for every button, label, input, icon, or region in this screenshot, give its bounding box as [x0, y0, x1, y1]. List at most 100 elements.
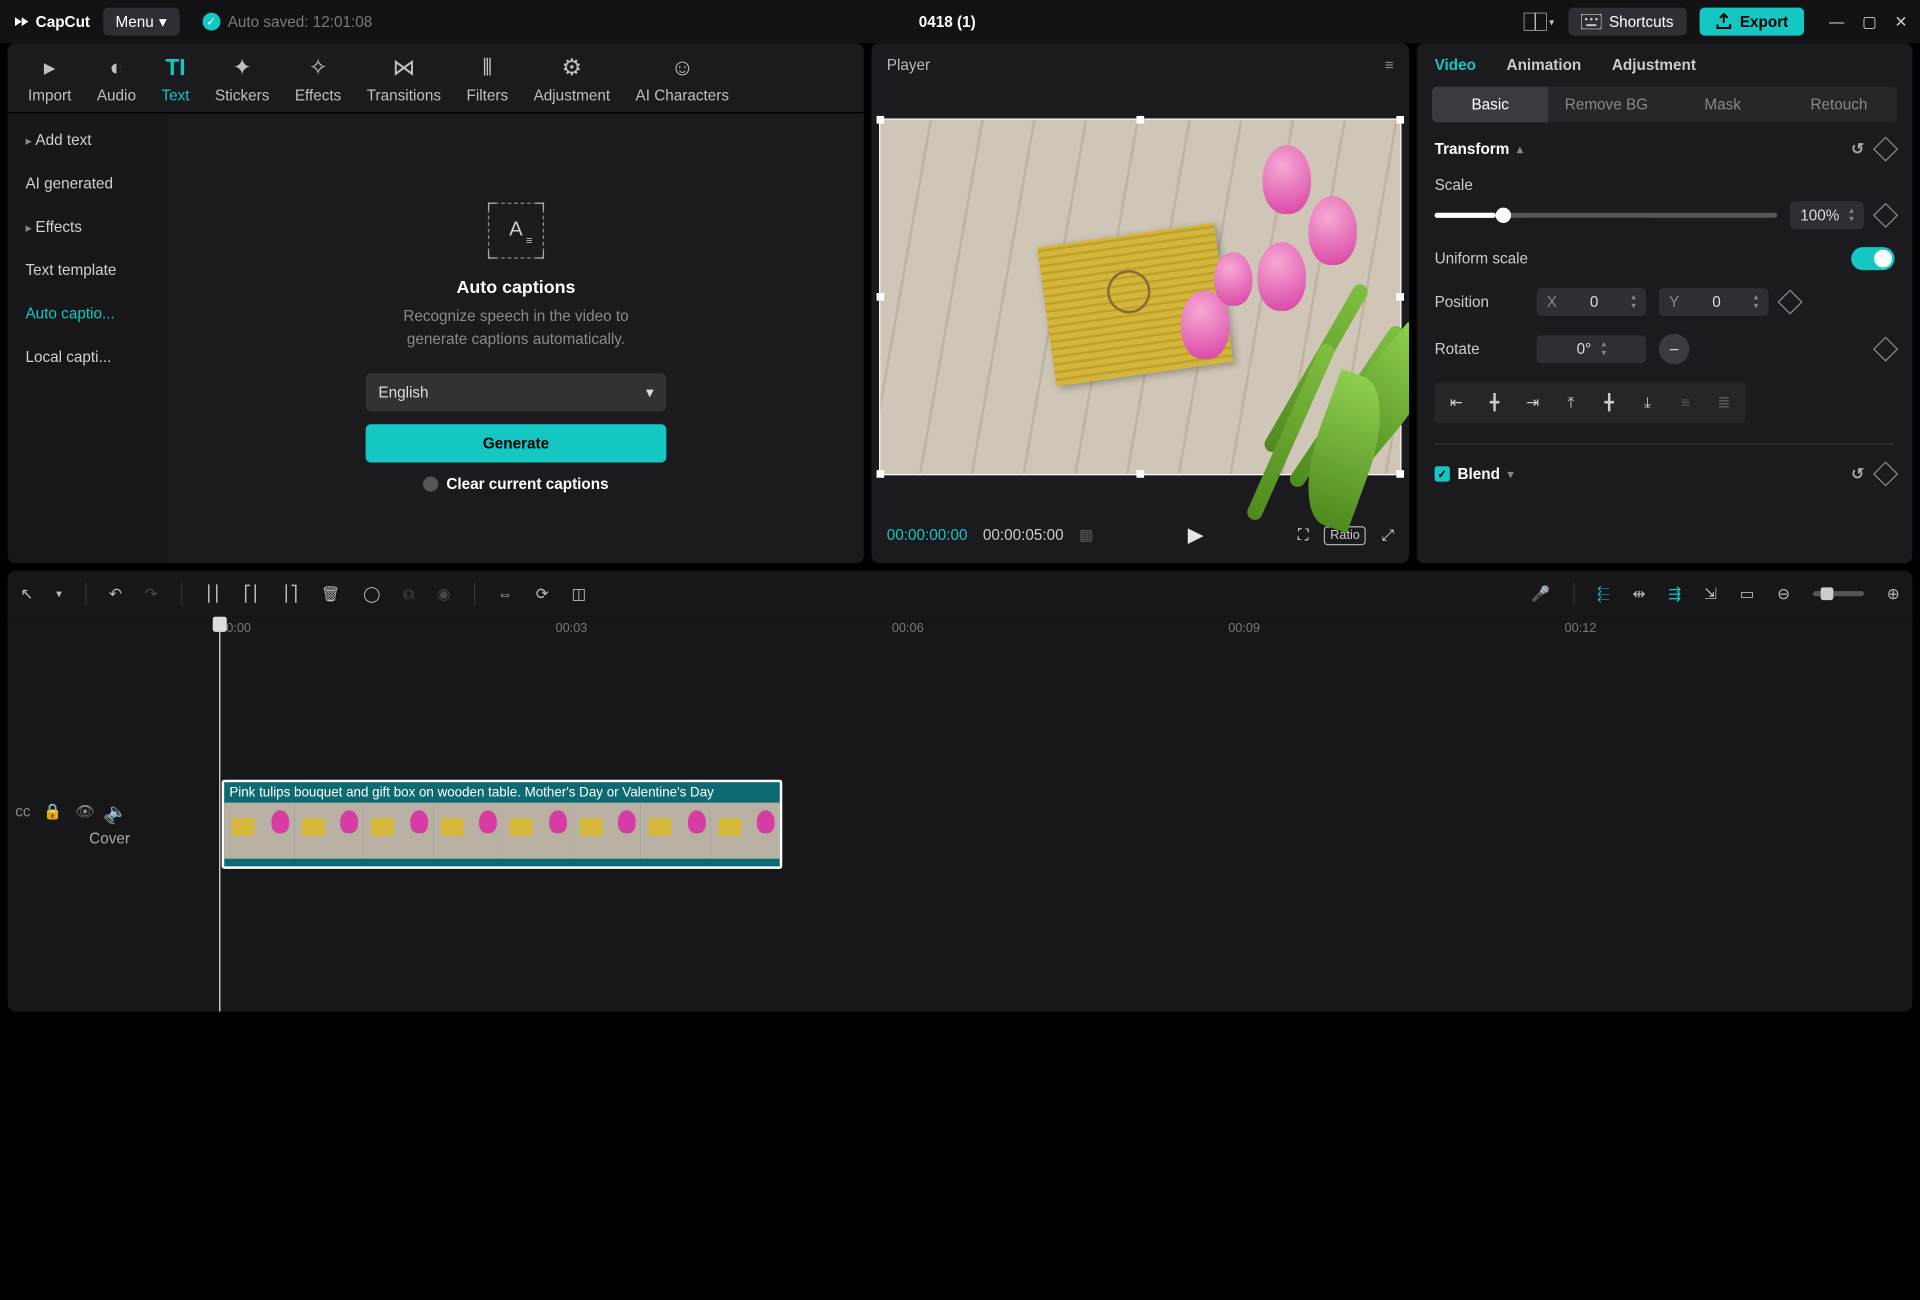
marker-icon[interactable]: ◯ [363, 585, 380, 603]
player-menu-icon[interactable]: ≡ [1385, 56, 1394, 74]
mirror-button[interactable]: − [1659, 334, 1690, 365]
tab-effects[interactable]: ✧Effects [282, 54, 354, 105]
inspector-tab-animation[interactable]: Animation [1507, 56, 1582, 74]
export-button[interactable]: Export [1699, 8, 1803, 36]
blend-section-header[interactable]: ✓ Blend ▾ ↺ [1435, 465, 1895, 483]
sidebar-item-effects[interactable]: Effects [13, 208, 163, 246]
align-hcenter-icon[interactable]: ╋ [1480, 390, 1508, 415]
tab-import[interactable]: ▸Import [15, 54, 84, 105]
zoom-out-icon[interactable]: ⊖ [1777, 585, 1790, 603]
snap-icon[interactable]: ⇲ [1704, 585, 1717, 603]
inspector-tab-adjustment[interactable]: Adjustment [1612, 56, 1696, 74]
magnet-left-icon[interactable]: ⬱ [1597, 584, 1609, 603]
preview-frame[interactable] [879, 118, 1401, 475]
timeline-clip[interactable]: Pink tulips bouquet and gift box on wood… [222, 780, 783, 869]
record-icon[interactable]: ◉ [437, 585, 450, 603]
menu-button[interactable]: Menu ▾ [103, 8, 180, 36]
rotate-input[interactable]: 0°▴▾ [1537, 335, 1647, 363]
trim-right-icon[interactable]: ⎮⎤ [282, 585, 298, 603]
timeline-ruler[interactable]: 00:00 00:03 00:06 00:09 00:12 [219, 617, 1912, 648]
playhead[interactable] [219, 617, 220, 1012]
stickers-icon: ✦ [233, 54, 252, 82]
tab-adjustment[interactable]: ⚙Adjustment [521, 54, 623, 105]
selection-tool-icon[interactable]: ↖ [20, 585, 33, 603]
subtab-mask[interactable]: Mask [1665, 87, 1781, 123]
sidebar-item-localcaptions[interactable]: Local capti... [13, 338, 163, 376]
pos-y-input[interactable]: Y0▴▾ [1659, 288, 1769, 316]
inspector-tab-video[interactable]: Video [1435, 56, 1476, 74]
copy-icon[interactable]: ⧉ [403, 584, 414, 603]
sidebar-item-aigen[interactable]: AI generated [13, 164, 163, 202]
pencil-icon: ✎ [89, 812, 130, 830]
fullscreen-icon[interactable]: ⤢ [1382, 526, 1394, 545]
tool-tabs: ▸Import ◐Audio TIText ✦Stickers ✧Effects… [8, 43, 864, 104]
checkbox-checked-icon[interactable]: ✓ [1435, 466, 1450, 481]
subtab-removebg[interactable]: Remove BG [1548, 87, 1664, 123]
crop-icon[interactable]: ◫ [571, 585, 585, 603]
reset-icon[interactable]: ↺ [1851, 140, 1864, 158]
sidebar-item-autocaptions[interactable]: Auto captio... [13, 294, 163, 332]
delete-icon[interactable]: 🗑 [321, 585, 340, 603]
project-title: 0418 (1) [385, 13, 1510, 31]
subtab-retouch[interactable]: Retouch [1781, 87, 1897, 123]
cover-button[interactable]: ✎ Cover [89, 812, 130, 848]
scale-value[interactable]: 100%▴▾ [1790, 201, 1864, 229]
keyframe-icon[interactable] [1873, 136, 1898, 161]
timeline[interactable]: 00:00 00:03 00:06 00:09 00:12 cc 🔒 👁 🔈 ✎… [8, 617, 1913, 1012]
tab-filters[interactable]: ⫴Filters [454, 54, 521, 105]
link-icon[interactable]: ⇹ [1633, 585, 1646, 603]
keyframe-icon[interactable] [1873, 461, 1898, 486]
sidebar-item-addtext[interactable]: Add text [13, 121, 163, 159]
tab-transitions[interactable]: ⋈Transitions [354, 54, 454, 105]
rotate-icon[interactable]: ⟳ [536, 585, 549, 603]
zoom-in-icon[interactable]: ⊕ [1887, 585, 1900, 603]
shortcuts-button[interactable]: Shortcuts [1568, 8, 1686, 36]
mic-icon[interactable]: 🎤 [1531, 585, 1550, 603]
keyframe-icon[interactable] [1873, 203, 1898, 228]
align-right-icon[interactable]: ⇥ [1519, 390, 1547, 415]
align-bottom-icon[interactable]: ⤓ [1633, 390, 1661, 415]
chevron-down-icon[interactable]: ▾ [56, 587, 62, 601]
zoom-slider[interactable] [1813, 591, 1864, 596]
maximize-button[interactable]: ▢ [1862, 13, 1876, 31]
keyframe-icon[interactable] [1777, 289, 1802, 314]
transform-section-header[interactable]: Transform ▴ ↺ [1435, 140, 1895, 158]
clear-captions-row[interactable]: Clear current captions [423, 475, 608, 493]
align-top-icon[interactable]: ⤒ [1557, 390, 1585, 415]
tab-stickers[interactable]: ✦Stickers [202, 54, 282, 105]
media-panel: ▸Import ◐Audio TIText ✦Stickers ✧Effects… [8, 43, 864, 563]
align-left-icon[interactable]: ⇤ [1442, 390, 1470, 415]
generate-button[interactable]: Generate [366, 424, 667, 462]
magnet-right-icon[interactable]: ⇶ [1668, 585, 1681, 603]
redo-icon[interactable]: ↷ [145, 585, 158, 603]
tab-text[interactable]: TIText [149, 54, 203, 105]
align-vcenter-icon[interactable]: ╋ [1595, 390, 1623, 415]
subtab-basic[interactable]: Basic [1432, 87, 1548, 123]
minimize-button[interactable]: — [1829, 13, 1844, 31]
app-logo: CapCut [13, 13, 90, 31]
player-title: Player [887, 56, 930, 74]
close-button[interactable]: ✕ [1894, 13, 1907, 31]
reset-icon[interactable]: ↺ [1851, 465, 1864, 483]
pos-x-input[interactable]: X0▴▾ [1537, 288, 1647, 316]
language-select[interactable]: English ▾ [366, 373, 667, 411]
grid-icon[interactable]: ▦ [1079, 526, 1093, 544]
tab-audio[interactable]: ◐Audio [84, 54, 149, 105]
tab-aichars[interactable]: ☺AI Characters [623, 54, 742, 105]
sidebar-item-template[interactable]: Text template [13, 251, 163, 289]
checkbox-icon[interactable] [423, 476, 438, 491]
player-stage[interactable] [871, 87, 1409, 507]
split-icon[interactable]: ⎮⎮ [205, 585, 221, 603]
keyframe-icon[interactable] [1873, 336, 1898, 361]
uniform-label: Uniform scale [1435, 250, 1839, 268]
play-button[interactable]: ▶ [1188, 522, 1204, 547]
autosave-status: ✓ Auto saved: 12:01:08 [202, 13, 372, 31]
layout-button[interactable]: ▾ [1522, 8, 1555, 36]
scale-slider[interactable] [1435, 213, 1778, 218]
uniform-scale-toggle[interactable] [1851, 247, 1894, 270]
undo-icon[interactable]: ↶ [109, 585, 122, 603]
trim-left-icon[interactable]: ⎡⎮ [244, 585, 260, 603]
scale-to-fit-icon[interactable]: ⛶ [1298, 526, 1309, 545]
mirror-h-icon[interactable]: ⇔ [498, 585, 513, 603]
preview-icon[interactable]: ▭ [1740, 585, 1754, 603]
